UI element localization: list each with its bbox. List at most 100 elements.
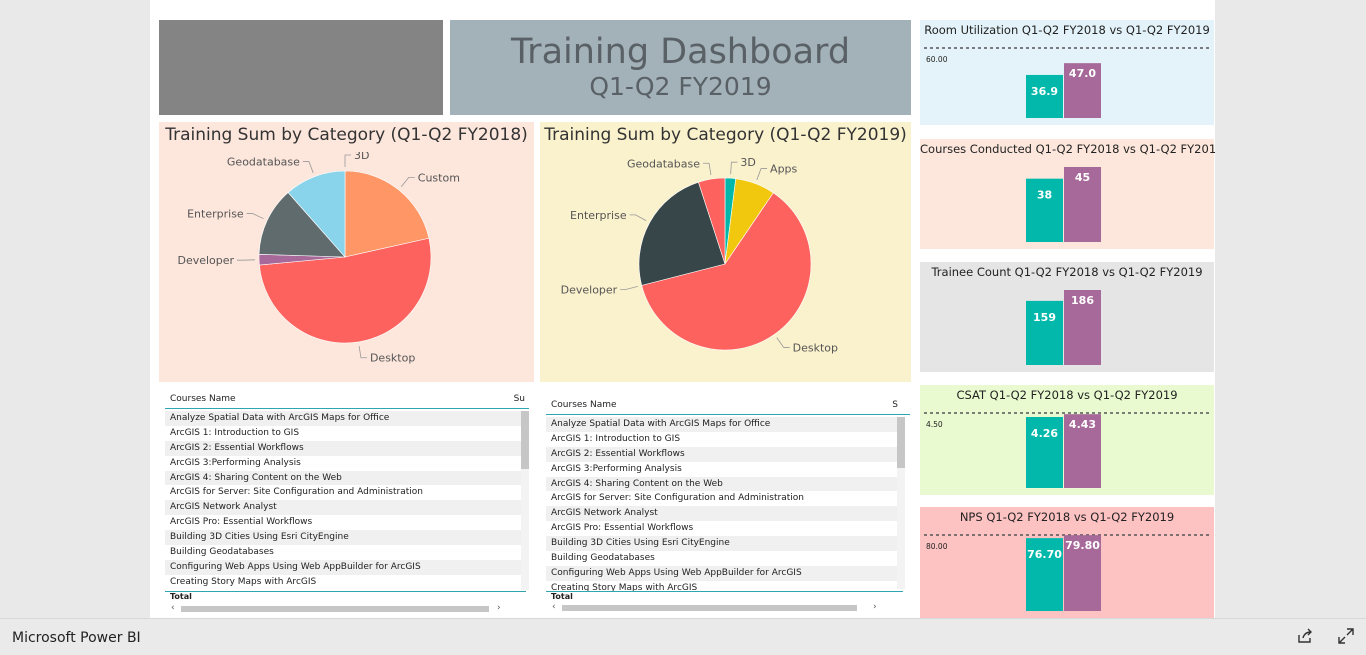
table-row[interactable]: Configuring Web Apps Using Web AppBuilde… — [165, 560, 521, 575]
pie-leader-line — [703, 163, 711, 175]
pie-label-3d: 3D — [740, 156, 755, 169]
kpi-chart: 4.504.264.43 — [920, 385, 1214, 495]
table-row[interactable]: ArcGIS 1: Introduction to GIS — [165, 426, 521, 441]
column-header-sum[interactable]: Su — [514, 394, 525, 404]
kpi-bar-label: 79.80 — [1065, 539, 1100, 552]
pie-label-geodatabase: Geodatabase — [227, 156, 300, 169]
scroll-left-icon[interactable]: ‹ — [171, 603, 175, 613]
vertical-scrollbar[interactable] — [521, 411, 529, 590]
table-row[interactable]: ArcGIS 4: Sharing Content on the Web — [165, 471, 521, 486]
table-row[interactable]: Building Geodatabases — [546, 551, 898, 566]
table-row[interactable]: Analyze Spatial Data with ArcGIS Maps fo… — [546, 417, 898, 432]
table-body: Analyze Spatial Data with ArcGIS Maps fo… — [546, 417, 898, 596]
pie-leader-line — [777, 338, 790, 348]
pie-leader-line — [359, 346, 367, 358]
kpi-chart: 80.00 76.7079.80 — [920, 507, 1214, 618]
pie-label-desktop: Desktop — [370, 352, 415, 365]
table-row[interactable]: Creating Story Maps with ArcGIS — [165, 575, 521, 590]
pie-leader-line — [757, 169, 767, 180]
pie-chart-fy2018[interactable]: Training Sum by Category (Q1-Q2 FY2018) … — [159, 122, 534, 382]
pie-leader-line — [345, 155, 351, 167]
horizontal-scrollbar[interactable] — [562, 605, 857, 611]
pie-chart-fy2019[interactable]: Training Sum by Category (Q1-Q2 FY2019) … — [540, 122, 911, 382]
pie-label-enterprise: Enterprise — [570, 209, 627, 222]
dashboard-title: Training Dashboard — [450, 32, 911, 72]
pie-label-3d: 3D — [354, 152, 369, 162]
dashboard-subtitle: Q1-Q2 FY2019 — [450, 72, 911, 102]
pie-label-geodatabase: Geodatabase — [627, 157, 700, 170]
kpi-bar-label: 186 — [1071, 294, 1094, 307]
footer-bar: Microsoft Power BI — [0, 618, 1366, 655]
kpi-card-nps[interactable]: NPS Q1-Q2 FY2018 vs Q1-Q2 FY2019 80.0076… — [920, 507, 1214, 618]
scrollbar-thumb[interactable] — [897, 417, 905, 468]
column-header-courses-name[interactable]: Courses Name — [551, 400, 617, 410]
scrollbar-thumb[interactable] — [521, 411, 529, 469]
table-total-row: Total — [165, 591, 526, 601]
table-row[interactable]: ArcGIS 3:Performing Analysis — [546, 462, 898, 477]
courses-table-fy2019[interactable]: Courses Name S Analyze Spatial Data with… — [540, 388, 910, 618]
horizontal-scrollbar[interactable] — [181, 606, 489, 612]
table-row[interactable]: ArcGIS Pro: Essential Workflows — [546, 521, 898, 536]
table-row[interactable]: Analyze Spatial Data with ArcGIS Maps fo… — [165, 411, 521, 426]
pie-label-developer: Developer — [561, 283, 618, 296]
pie-leader-line — [630, 215, 647, 221]
courses-table-fy2018[interactable]: Courses Name Su Analyze Spatial Data wit… — [159, 388, 529, 618]
report-canvas: Training Dashboard Q1-Q2 FY2019 Training… — [150, 0, 1215, 618]
table-row[interactable]: ArcGIS 4: Sharing Content on the Web — [546, 477, 898, 492]
kpi-card-room-utilization[interactable]: Room Utilization Q1-Q2 FY2018 vs Q1-Q2 F… — [920, 20, 1214, 125]
table-row[interactable]: ArcGIS 2: Essential Workflows — [546, 447, 898, 462]
kpi-card-trainee-count[interactable]: Trainee Count Q1-Q2 FY2018 vs Q1-Q2 FY20… — [920, 262, 1214, 372]
column-header-sum[interactable]: S — [892, 400, 898, 410]
pie-label-apps: Apps — [770, 163, 797, 176]
share-icon[interactable] — [1296, 627, 1314, 650]
table-row[interactable]: ArcGIS for Server: Site Configuration an… — [546, 491, 898, 506]
table-row[interactable]: Configuring Web Apps Using Web AppBuilde… — [546, 566, 898, 581]
kpi-bar-label: 36.9 — [1031, 85, 1058, 98]
scroll-left-icon[interactable]: ‹ — [552, 602, 556, 612]
table-row[interactable]: ArcGIS Network Analyst — [546, 506, 898, 521]
table-row[interactable]: ArcGIS 3:Performing Analysis — [165, 456, 521, 471]
pie-chart-svg: 3D Apps Desktop Developer Enterprise Geodatab… — [540, 152, 911, 382]
kpi-target-label: 80.00 — [926, 542, 948, 551]
dashboard-title-card: Training Dashboard Q1-Q2 FY2019 — [450, 20, 911, 115]
pie-chart-svg: CustomDesktopDeveloperEnterpriseGeodatab… — [159, 152, 534, 382]
pie-leader-line — [247, 214, 264, 219]
pie-label-desktop: Desktop — [793, 341, 838, 354]
kpi-bar-label: 76.70 — [1027, 548, 1062, 561]
table-row[interactable]: Building Geodatabases — [165, 545, 521, 560]
kpi-target-label: 4.50 — [926, 420, 943, 429]
pie-label-developer: Developer — [177, 254, 234, 267]
kpi-bar-label: 45 — [1075, 171, 1090, 184]
table-row[interactable]: ArcGIS Pro: Essential Workflows — [165, 515, 521, 530]
kpi-card-csat[interactable]: CSAT Q1-Q2 FY2018 vs Q1-Q2 FY2019 4.504.… — [920, 385, 1214, 495]
pie-leader-line — [620, 286, 638, 289]
table-row[interactable]: Building 3D Cities Using Esri CityEngine — [546, 536, 898, 551]
table-row[interactable]: ArcGIS 1: Introduction to GIS — [546, 432, 898, 447]
table-body: Analyze Spatial Data with ArcGIS Maps fo… — [165, 411, 521, 590]
scroll-right-icon[interactable]: › — [873, 602, 877, 612]
kpi-bar-label: 4.43 — [1069, 418, 1096, 431]
pie-leader-line — [303, 162, 313, 173]
column-header-courses-name[interactable]: Courses Name — [170, 394, 236, 404]
table-row[interactable]: ArcGIS 2: Essential Workflows — [165, 441, 521, 456]
table-row[interactable]: Building 3D Cities Using Esri CityEngine — [165, 530, 521, 545]
table-total-row: Total — [546, 591, 903, 601]
pie-leader-line — [401, 177, 415, 186]
kpi-target-label: 60.00 — [926, 55, 948, 64]
scroll-right-icon[interactable]: › — [497, 603, 501, 613]
kpi-card-courses-conducted[interactable]: Courses Conducted Q1-Q2 FY2018 vs Q1-Q2 … — [920, 139, 1214, 249]
expand-icon[interactable] — [1337, 627, 1355, 650]
table-row[interactable]: ArcGIS for Server: Site Configuration an… — [165, 485, 521, 500]
logo-placeholder — [159, 20, 443, 115]
pie-label-custom: Custom — [418, 171, 460, 184]
vertical-scrollbar[interactable] — [897, 417, 905, 589]
kpi-chart: 159186 — [920, 262, 1214, 372]
power-bi-brand[interactable]: Microsoft Power BI — [12, 630, 141, 646]
pie-chart-title: Training Sum by Category (Q1-Q2 FY2018) — [159, 125, 534, 145]
table-row[interactable]: ArcGIS Network Analyst — [165, 500, 521, 515]
kpi-chart: 3845 — [920, 139, 1214, 249]
kpi-chart: 60.00 36.9 47.0 — [920, 20, 1214, 125]
table-header: Courses Name S — [546, 394, 910, 415]
pie-chart-title: Training Sum by Category (Q1-Q2 FY2019) — [540, 125, 911, 145]
kpi-bar-label: 47.0 — [1069, 67, 1096, 80]
